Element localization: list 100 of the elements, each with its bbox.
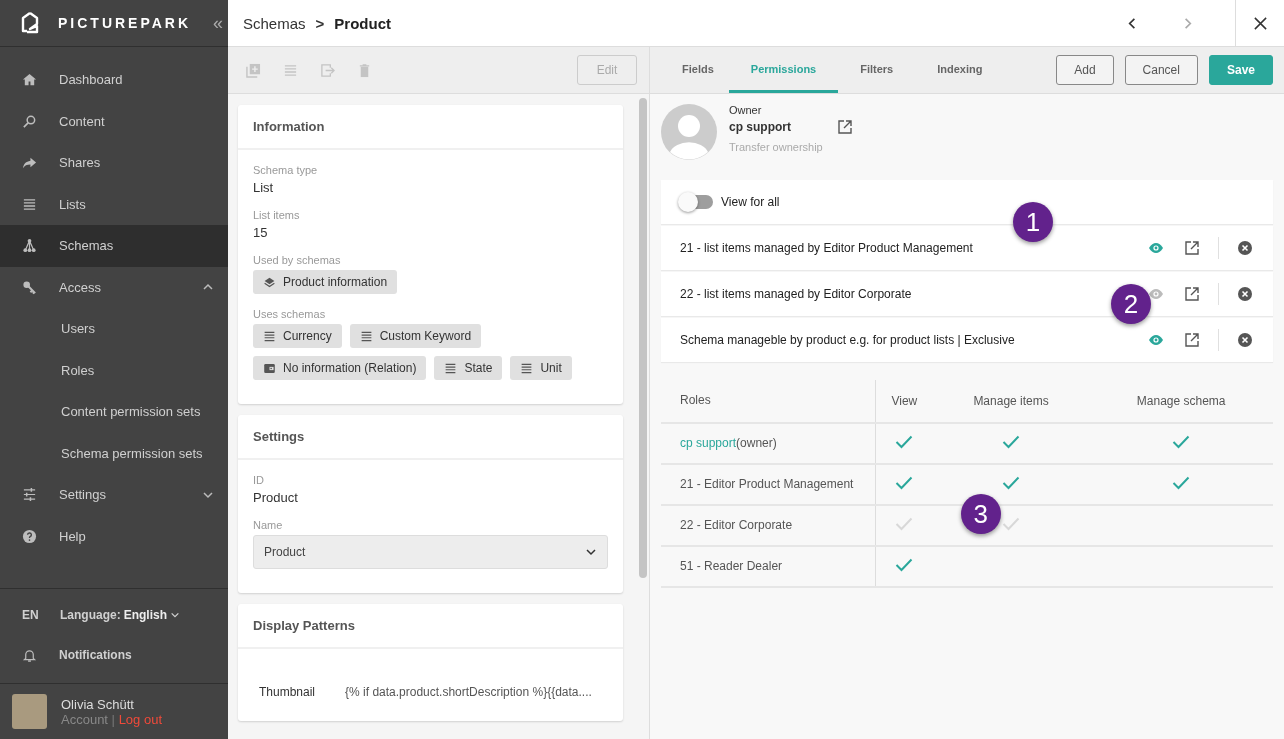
open-external-icon[interactable] xyxy=(837,119,853,135)
owner-name: cp support xyxy=(729,120,791,134)
open-external-icon[interactable] xyxy=(1184,286,1200,302)
breadcrumb-link[interactable]: Schemas xyxy=(243,14,306,32)
tab[interactable]: Fields xyxy=(650,47,729,93)
search-icon xyxy=(22,113,37,129)
brand-name: PICTUREPARK xyxy=(58,15,192,31)
list-icon xyxy=(22,196,37,212)
pattern-value: {% if data.product.shortDescription %}{{data.... xyxy=(345,685,592,699)
collapse-sidebar-button[interactable]: « xyxy=(209,12,228,34)
wallet-icon xyxy=(263,361,276,375)
remove-icon[interactable] xyxy=(1237,286,1253,302)
role-name: 51 - Reader Dealer xyxy=(680,558,783,573)
user-name: Olivia Schütt xyxy=(61,696,135,712)
field-value: 15 xyxy=(253,225,269,240)
column-header: Roles xyxy=(680,393,711,408)
hierarchy-icon xyxy=(22,238,37,254)
close-icon[interactable] xyxy=(1252,15,1268,31)
field-label: List items xyxy=(253,209,301,221)
help-icon xyxy=(22,528,37,544)
field-value: Product xyxy=(253,490,299,505)
owner-label: Owner xyxy=(729,104,763,116)
list-icon xyxy=(359,329,373,343)
notifications-link[interactable]: Notifications xyxy=(59,648,214,662)
separator: | xyxy=(111,711,115,727)
permission-set-name: 21 - list items managed by Editor Product Management xyxy=(680,241,974,255)
tab[interactable]: Filters xyxy=(838,47,916,93)
toggle-label: View for all xyxy=(721,195,780,209)
pattern-name: Thumbnail xyxy=(259,685,316,699)
nav-item[interactable]: Access xyxy=(0,266,228,308)
breadcrumb-separator: > xyxy=(315,14,325,32)
column-header: Manage schema xyxy=(1136,394,1226,408)
card-title: Settings xyxy=(238,415,623,460)
bell-icon[interactable] xyxy=(22,647,37,663)
open-external-icon[interactable] xyxy=(1184,332,1200,348)
list-icon xyxy=(520,361,534,375)
card-title: Information xyxy=(238,105,623,150)
schema-chip[interactable]: Unit xyxy=(510,356,572,380)
schema-chip[interactable]: State xyxy=(434,356,503,380)
field-label: Used by schemas xyxy=(253,254,342,266)
nav-item[interactable]: Settings xyxy=(0,474,228,516)
numbered-callout: 3 xyxy=(960,494,1001,534)
card-title: Display Patterns xyxy=(238,604,623,649)
action-button[interactable]: Add xyxy=(1056,55,1114,85)
nav-item[interactable]: Shares xyxy=(0,142,228,184)
nav-subitem[interactable]: Schema permission sets xyxy=(0,432,228,474)
nav-item[interactable]: Content xyxy=(0,100,228,142)
layers-icon xyxy=(263,275,276,289)
logo-icon xyxy=(20,11,40,35)
remove-icon[interactable] xyxy=(1237,332,1253,348)
field-value: List xyxy=(253,180,275,195)
remove-icon[interactable] xyxy=(1237,240,1253,256)
trash-icon[interactable] xyxy=(357,62,372,78)
nav-subitem[interactable]: Content permission sets xyxy=(0,391,228,433)
tab[interactable]: Indexing xyxy=(915,47,1005,93)
sliders-icon xyxy=(22,487,37,503)
add-icon[interactable] xyxy=(246,62,261,78)
nav-item[interactable]: Dashboard xyxy=(0,59,228,101)
eye-icon[interactable] xyxy=(1148,286,1164,302)
checkmark-icon[interactable] xyxy=(1002,435,1021,449)
checkmark-icon[interactable] xyxy=(1172,435,1191,449)
home-icon xyxy=(22,72,37,88)
role-name: 22 - Editor Corporate xyxy=(680,517,793,532)
nav-subitem[interactable]: Users xyxy=(0,308,228,350)
nav-item[interactable]: Help xyxy=(0,515,228,557)
page-title: Product xyxy=(334,14,391,32)
checkmark-icon[interactable] xyxy=(895,476,914,490)
language-selector[interactable]: Language: English xyxy=(60,608,180,622)
checkmark-icon[interactable] xyxy=(895,435,914,449)
checkmark-icon[interactable] xyxy=(895,558,914,572)
numbered-callout: 1 xyxy=(1013,202,1053,242)
role-name: 21 - Editor Product Management xyxy=(680,476,854,491)
field-label: ID xyxy=(253,474,265,486)
name-dropdown[interactable]: Product xyxy=(253,535,608,569)
open-external-icon[interactable] xyxy=(1184,240,1200,256)
schema-chip[interactable]: Custom Keyword xyxy=(349,324,482,348)
nav-item[interactable]: Schemas xyxy=(0,225,228,267)
list-icon xyxy=(263,329,276,343)
role-name: (owner) xyxy=(736,435,777,450)
field-label: Name xyxy=(253,519,284,531)
schema-chip[interactable]: No information (Relation) xyxy=(253,356,427,380)
key-icon xyxy=(22,279,37,295)
numbered-callout: 2 xyxy=(1111,284,1151,324)
action-button[interactable]: Cancel xyxy=(1124,55,1198,85)
chevron-down-icon xyxy=(170,610,180,620)
avatar-silhouette xyxy=(661,104,717,160)
toggle-switch[interactable] xyxy=(681,195,713,209)
schema-chip[interactable]: Product information xyxy=(253,270,398,294)
export-icon[interactable] xyxy=(320,62,335,78)
permission-set-name: Schema manageble by product e.g. for product lists | Exclusive xyxy=(680,333,1016,347)
checkmark-icon[interactable] xyxy=(1172,476,1191,490)
column-header: View xyxy=(891,394,918,408)
field-label: Schema type xyxy=(253,164,319,176)
nav-subitem[interactable]: Roles xyxy=(0,349,228,391)
list-icon xyxy=(444,361,458,375)
photo-placeholder xyxy=(12,694,47,729)
nav-item[interactable]: Lists xyxy=(0,183,228,225)
scrollbar-thumb[interactable] xyxy=(639,98,647,578)
checkmark-icon[interactable] xyxy=(1002,476,1021,490)
schema-chip[interactable]: Currency xyxy=(253,324,342,348)
